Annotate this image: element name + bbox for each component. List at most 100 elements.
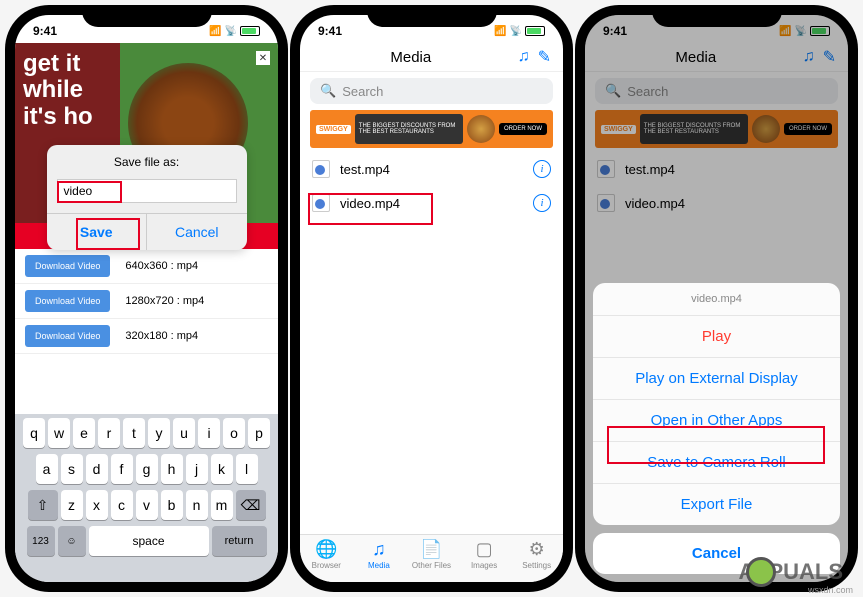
keyboard[interactable]: q w e r t y u i o p a s d f g h j k l xyxy=(15,414,278,582)
export-file-button[interactable]: Export File xyxy=(593,484,840,525)
key-y[interactable]: y xyxy=(148,418,170,448)
highlight-save-camera-roll xyxy=(607,426,825,464)
download-row: Download Video 320x180 : mp4 xyxy=(15,319,278,354)
pizza-icon xyxy=(752,115,780,143)
battery-icon xyxy=(810,26,830,36)
download-list: Download Video 640x360 : mp4 Download Vi… xyxy=(15,249,278,354)
wifi-icon: 📡 xyxy=(795,26,807,37)
key-shift[interactable]: ⇧ xyxy=(28,490,58,520)
order-now-button[interactable]: ORDER NOW xyxy=(784,123,832,135)
key-123[interactable]: 123 xyxy=(27,526,55,556)
highlight-save xyxy=(76,218,140,250)
key-v[interactable]: v xyxy=(136,490,158,520)
key-a[interactable]: a xyxy=(36,454,58,484)
key-u[interactable]: u xyxy=(173,418,195,448)
status-time: 9:41 xyxy=(603,24,627,38)
key-h[interactable]: h xyxy=(161,454,183,484)
key-p[interactable]: p xyxy=(248,418,270,448)
key-t[interactable]: t xyxy=(123,418,145,448)
nav-header: Media ♫ ✎ xyxy=(300,43,563,72)
page-title: Media xyxy=(312,49,510,66)
ad-banner-small[interactable]: SWIGGY THE BIGGEST DISCOUNTS FROM THE BE… xyxy=(595,110,838,148)
key-emoji[interactable]: ☺ xyxy=(58,526,86,556)
download-video-button[interactable]: Download Video xyxy=(25,255,110,277)
compose-icon[interactable]: ✎ xyxy=(538,47,551,67)
key-n[interactable]: n xyxy=(186,490,208,520)
download-video-button[interactable]: Download Video xyxy=(25,290,110,312)
tab-media[interactable]: ♫ Media xyxy=(353,539,406,570)
info-icon[interactable]: i xyxy=(533,160,551,178)
key-g[interactable]: g xyxy=(136,454,158,484)
search-input[interactable]: 🔍 Search xyxy=(310,78,553,104)
nav-header: Media ♫ ✎ xyxy=(585,43,848,72)
compose-icon[interactable]: ✎ xyxy=(823,47,836,67)
download-row: Download Video 640x360 : mp4 xyxy=(15,249,278,284)
play-button[interactable]: Play xyxy=(593,316,840,358)
highlight-filename xyxy=(57,181,122,203)
search-icon: 🔍 xyxy=(605,83,621,99)
search-placeholder: Search xyxy=(342,84,383,99)
music-icon: ♫ xyxy=(353,539,406,560)
images-icon: ▢ xyxy=(458,539,511,560)
tab-images[interactable]: ▢ Images xyxy=(458,539,511,570)
key-k[interactable]: k xyxy=(211,454,233,484)
tab-other-files[interactable]: 📄 Other Files xyxy=(405,539,458,570)
pizza-icon xyxy=(467,115,495,143)
resolution-label: 320x180 : mp4 xyxy=(125,330,198,342)
now-playing-icon[interactable]: ♫ xyxy=(518,48,530,66)
file-row-test[interactable]: test.mp4 xyxy=(585,152,848,186)
file-row-test[interactable]: test.mp4 i xyxy=(300,152,563,186)
page-title: Media xyxy=(597,49,795,66)
key-i[interactable]: i xyxy=(198,418,220,448)
key-s[interactable]: s xyxy=(61,454,83,484)
ad-swiggy-label: SWIGGY xyxy=(601,125,636,134)
key-e[interactable]: e xyxy=(73,418,95,448)
download-video-button[interactable]: Download Video xyxy=(25,325,110,347)
key-m[interactable]: m xyxy=(211,490,233,520)
close-ad-icon[interactable]: ✕ xyxy=(256,51,270,65)
search-input[interactable]: 🔍 Search xyxy=(595,78,838,104)
key-j[interactable]: j xyxy=(186,454,208,484)
search-icon: 🔍 xyxy=(320,83,336,99)
key-b[interactable]: b xyxy=(161,490,183,520)
key-l[interactable]: l xyxy=(236,454,258,484)
globe-icon: 🌐 xyxy=(300,539,353,560)
highlight-video-file xyxy=(308,193,433,225)
key-o[interactable]: o xyxy=(223,418,245,448)
file-name: video.mp4 xyxy=(625,196,685,211)
search-placeholder: Search xyxy=(627,84,668,99)
external-display-button[interactable]: Play on External Display xyxy=(593,358,840,400)
info-icon[interactable]: i xyxy=(533,194,551,212)
tab-browser[interactable]: 🌐 Browser xyxy=(300,539,353,570)
order-now-button[interactable]: ORDER NOW xyxy=(499,123,547,135)
key-r[interactable]: r xyxy=(98,418,120,448)
key-space[interactable]: space xyxy=(89,526,209,556)
key-d[interactable]: d xyxy=(86,454,108,484)
battery-icon xyxy=(525,26,545,36)
key-z[interactable]: z xyxy=(61,490,83,520)
key-f[interactable]: f xyxy=(111,454,133,484)
cancel-button[interactable]: Cancel xyxy=(147,214,247,250)
tab-bar: 🌐 Browser ♫ Media 📄 Other Files ▢ Images… xyxy=(300,534,563,582)
key-return[interactable]: return xyxy=(212,526,267,556)
download-row: Download Video 1280x720 : mp4 xyxy=(15,284,278,319)
key-w[interactable]: w xyxy=(48,418,70,448)
key-x[interactable]: x xyxy=(86,490,108,520)
ad-text: THE BIGGEST DISCOUNTS FROM THE BEST REST… xyxy=(355,114,463,144)
key-q[interactable]: q xyxy=(23,418,45,448)
sheet-title: video.mp4 xyxy=(593,283,840,316)
tab-settings[interactable]: ⚙ Settings xyxy=(510,539,563,570)
resolution-label: 640x360 : mp4 xyxy=(125,260,198,272)
signal-icon: 📶 xyxy=(209,26,221,37)
file-row-video[interactable]: video.mp4 xyxy=(585,186,848,220)
key-delete[interactable]: ⌫ xyxy=(236,490,266,520)
key-c[interactable]: c xyxy=(111,490,133,520)
file-name: test.mp4 xyxy=(340,162,390,177)
ad-banner-small[interactable]: SWIGGY THE BIGGEST DISCOUNTS FROM THE BE… xyxy=(310,110,553,148)
file-list: test.mp4 video.mp4 xyxy=(585,152,848,220)
ad-text: THE BIGGEST DISCOUNTS FROM THE BEST REST… xyxy=(640,114,748,144)
signal-icon: 📶 xyxy=(494,26,506,37)
now-playing-icon[interactable]: ♫ xyxy=(803,48,815,66)
wifi-icon: 📡 xyxy=(510,26,522,37)
quicktime-icon xyxy=(312,160,330,178)
